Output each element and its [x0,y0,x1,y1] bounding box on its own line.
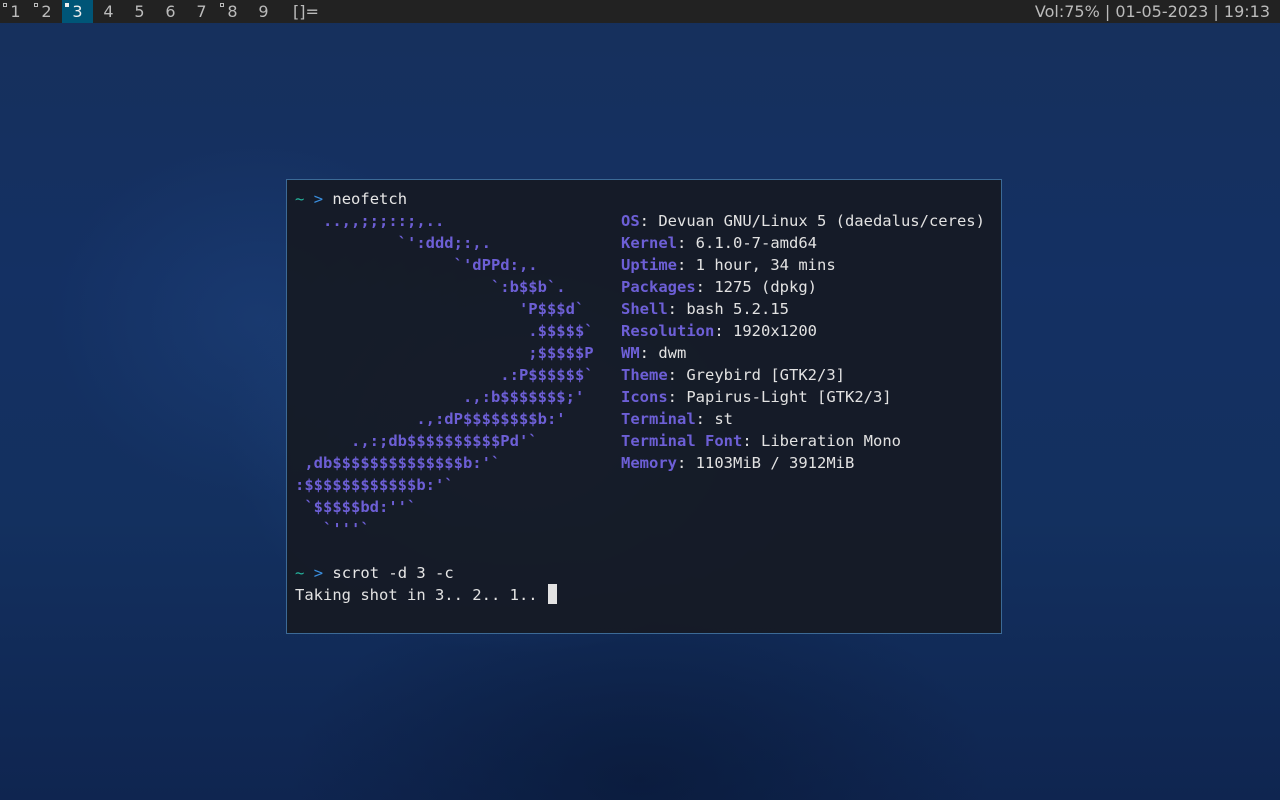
info-key: Resolution [621,322,715,340]
info-value: 6.1.0-7-amd64 [695,234,817,252]
tag-label: 5 [134,2,145,21]
info-value: st [714,410,733,428]
prompt-line-1: ~ > neofetch [295,188,407,210]
info-value: 1 hour, 34 mins [695,256,836,274]
info-separator: : [677,256,696,274]
info-value: bash 5.2.15 [686,300,789,318]
info-key: Shell [621,300,668,318]
info-key: OS [621,212,640,230]
info-row-kernel: Kernel: 6.1.0-7-amd64 [621,232,985,254]
info-value: Liberation Mono [761,432,901,450]
info-value: 1920x1200 [733,322,817,340]
info-separator: : [667,300,687,318]
tag-label: 4 [103,2,114,21]
info-separator: : [695,410,715,428]
tag-label: 3 [72,2,83,21]
tag-1[interactable]: 1 [0,0,31,23]
status-text: Vol:75% | 01-05-2023 | 19:13 [1034,2,1270,21]
info-row-packages: Packages: 1275 (dpkg) [621,276,985,298]
tag-label: 8 [227,2,238,21]
occupied-indicator-icon [3,3,7,7]
info-row-shell: Shell: bash 5.2.15 [621,298,985,320]
info-key: Packages [621,278,696,296]
tag-label: 1 [10,2,21,21]
command-text: scrot -d 3 -c [332,564,454,582]
command-text: neofetch [332,190,408,208]
tag-9[interactable]: 9 [248,0,279,23]
info-value: Papirus-Light [GTK2/3] [686,388,892,406]
info-row-theme: Theme: Greybird [GTK2/3] [621,364,985,386]
info-key: Icons [621,388,668,406]
info-separator: : [667,388,687,406]
info-key: Terminal Font [621,432,743,450]
info-row-memory: Memory: 1103MiB / 3912MiB [621,452,985,474]
tag-list: 1 2 3 4 5 6 7 8 9 []= [0,0,319,23]
prompt-line-2: ~ > scrot -d 3 -c [295,562,454,584]
occupied-indicator-icon [65,3,69,7]
tag-label: 9 [258,2,269,21]
info-key: Kernel [621,234,677,252]
system-info-list: OS: Devuan GNU/Linux 5 (daedalus/ceres) … [621,210,985,474]
info-row-uptime: Uptime: 1 hour, 34 mins [621,254,985,276]
info-row-os: OS: Devuan GNU/Linux 5 (daedalus/ceres) [621,210,985,232]
tag-6[interactable]: 6 [155,0,186,23]
info-value: Greybird [GTK2/3] [686,366,845,384]
output-text: Taking shot in 3.. 2.. 1.. [295,586,538,604]
info-separator: : [714,322,733,340]
tag-label: 7 [196,2,207,21]
terminal-window[interactable]: ~ > neofetch ..,,;;;::;,.. `':ddd;:,. `'… [286,179,1002,634]
info-row-terminal: Terminal: st [621,408,985,430]
layout-symbol[interactable]: []= [279,0,319,23]
info-value: dwm [658,344,687,362]
info-key: Terminal [621,410,696,428]
text-cursor-icon [547,584,557,604]
info-separator: : [677,234,696,252]
info-key: Uptime [621,256,677,274]
status-bar: 1 2 3 4 5 6 7 8 9 []= Vol:75% | 01-05-20… [0,0,1280,23]
info-value: 1103MiB / 3912MiB [695,454,855,472]
tag-2[interactable]: 2 [31,0,62,23]
info-separator: : [639,344,659,362]
info-row-wm: WM: dwm [621,342,985,364]
occupied-indicator-icon [220,3,224,7]
prompt-tilde: ~ [295,564,305,582]
tag-8[interactable]: 8 [217,0,248,23]
info-separator: : [695,278,715,296]
info-key: Memory [621,454,677,472]
info-key: Theme [621,366,668,384]
tag-7[interactable]: 7 [186,0,217,23]
info-key: WM [621,344,640,362]
tag-4[interactable]: 4 [93,0,124,23]
prompt-tilde: ~ [295,190,305,208]
tag-5[interactable]: 5 [124,0,155,23]
info-value: 1275 (dpkg) [714,278,817,296]
info-row-terminal-font: Terminal Font: Liberation Mono [621,430,985,452]
info-separator: : [742,432,761,450]
occupied-indicator-icon [34,3,38,7]
distro-logo-ascii: ..,,;;;::;,.. `':ddd;:,. `'dPPd:,. `:b$$… [295,212,594,538]
tag-3[interactable]: 3 [62,0,93,23]
info-separator: : [639,212,659,230]
info-row-icons: Icons: Papirus-Light [GTK2/3] [621,386,985,408]
prompt-arrow-icon: > [313,564,324,582]
tag-label: 2 [41,2,52,21]
info-row-resolution: Resolution: 1920x1200 [621,320,985,342]
info-separator: : [677,454,696,472]
info-separator: : [667,366,687,384]
tag-label: 6 [165,2,176,21]
output-line: Taking shot in 3.. 2.. 1.. [295,584,557,606]
prompt-arrow-icon: > [313,190,324,208]
info-value: Devuan GNU/Linux 5 (daedalus/ceres) [658,212,985,230]
